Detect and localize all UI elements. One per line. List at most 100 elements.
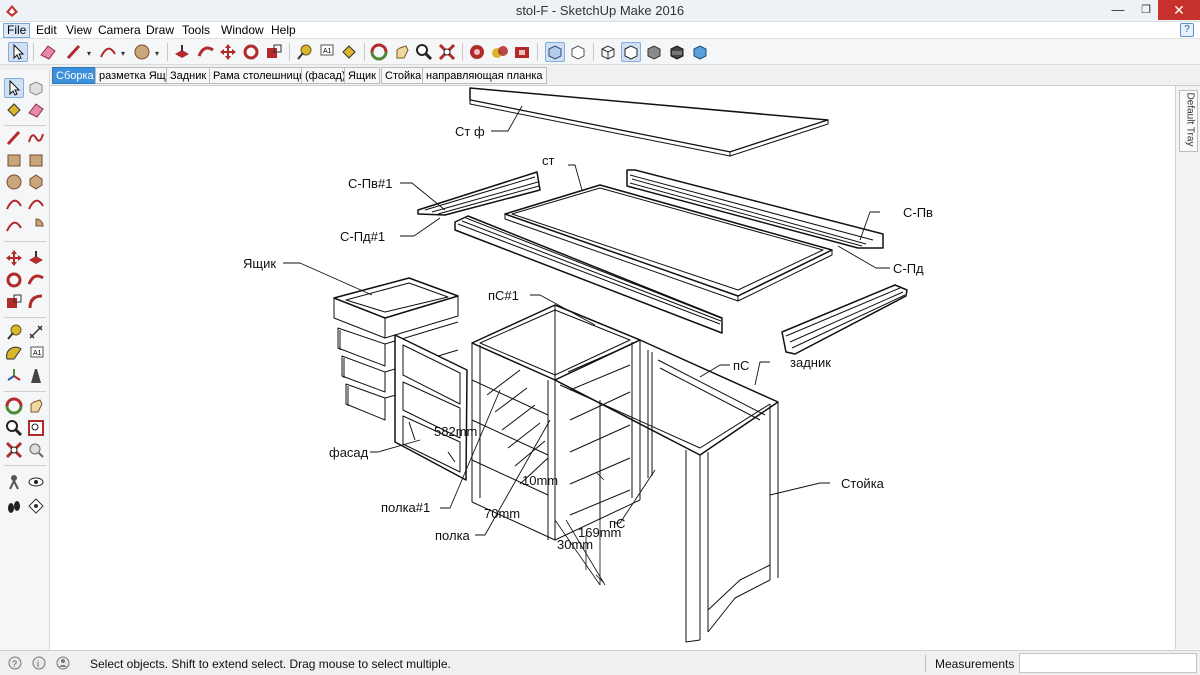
axes-icon[interactable] — [4, 366, 24, 386]
user-icon[interactable] — [56, 656, 70, 670]
menu-window[interactable]: Window — [218, 23, 267, 38]
position-camera-icon[interactable] — [4, 472, 24, 492]
scale-icon[interactable] — [264, 42, 284, 62]
pan-hand-icon[interactable] — [392, 42, 412, 62]
xray-style-icon[interactable] — [545, 42, 565, 62]
maximize-button[interactable]: ❐ — [1132, 0, 1160, 20]
minimize-button[interactable]: — — [1104, 0, 1132, 20]
3d-text-icon[interactable] — [26, 366, 46, 386]
polygon-icon[interactable] — [26, 172, 46, 192]
circle-icon[interactable] — [4, 172, 24, 192]
arc-icon[interactable] — [98, 42, 118, 62]
credits-icon[interactable]: i — [32, 656, 46, 670]
cabinet-frame[interactable] — [471, 304, 641, 541]
scene-tab-sborka[interactable]: Сборка — [52, 67, 98, 84]
scene-tab-rama[interactable]: Рама столешницы — [209, 67, 311, 84]
make-component-icon[interactable] — [26, 78, 46, 98]
drawing-viewport[interactable]: Ст ф ст С-Пв#1 С-Пд#1 С-Пв С-Пд Ящик пС#… — [51, 86, 1175, 649]
zoom-icon[interactable] — [4, 418, 24, 438]
freehand-icon[interactable] — [26, 128, 46, 148]
push-pull-icon[interactable] — [26, 248, 46, 268]
menu-camera[interactable]: Camera — [95, 23, 144, 38]
warehouse-icon[interactable] — [467, 42, 487, 62]
orbit-icon[interactable] — [369, 42, 389, 62]
dropdown-arrow-icon[interactable]: ▾ — [155, 49, 159, 58]
arc-icon[interactable] — [4, 194, 24, 214]
geo-location-icon[interactable]: ? — [8, 656, 22, 670]
orbit-icon[interactable] — [4, 396, 24, 416]
dropdown-arrow-icon[interactable]: ▾ — [87, 49, 91, 58]
rotate-icon[interactable] — [241, 42, 261, 62]
wireframe-style-icon[interactable] — [598, 42, 618, 62]
inner-board[interactable] — [504, 184, 833, 302]
section-plane-icon[interactable] — [26, 496, 46, 516]
rail-short-right[interactable] — [781, 284, 908, 355]
menu-draw[interactable]: Draw — [143, 23, 177, 38]
pencil-line-icon[interactable] — [64, 42, 84, 62]
follow-me-icon[interactable] — [26, 270, 46, 290]
text-tool-icon[interactable]: A1 — [316, 42, 336, 62]
facade-panel[interactable] — [394, 334, 468, 481]
monochrome-style-icon[interactable] — [690, 42, 710, 62]
menu-help[interactable]: Help — [268, 23, 299, 38]
two-point-arc-icon[interactable] — [26, 194, 46, 214]
scene-tab-razmetka[interactable]: разметка Ящ — [95, 67, 170, 84]
back-edges-style-icon[interactable] — [568, 42, 588, 62]
eraser-icon[interactable] — [26, 100, 46, 120]
components-icon[interactable] — [490, 42, 510, 62]
paint-bucket-icon[interactable] — [4, 100, 24, 120]
scale-icon[interactable] — [4, 292, 24, 312]
dropdown-arrow-icon[interactable]: ▾ — [121, 49, 125, 58]
zoom-icon[interactable] — [414, 42, 434, 62]
tabletop-panel[interactable] — [469, 87, 829, 157]
scene-tab-fasad[interactable]: (фасад) — [301, 67, 350, 84]
desk-leg-frame[interactable] — [554, 339, 779, 643]
shaded-textures-style-icon[interactable] — [667, 42, 687, 62]
dimension-icon[interactable] — [26, 322, 46, 342]
menu-tools[interactable]: Tools — [179, 23, 213, 38]
look-around-icon[interactable] — [26, 472, 46, 492]
three-point-arc-icon[interactable] — [4, 216, 24, 236]
menu-file[interactable]: File — [3, 23, 31, 38]
tape-measure-icon[interactable] — [294, 42, 314, 62]
tape-measure-icon[interactable] — [4, 322, 24, 342]
push-pull-icon[interactable] — [172, 42, 192, 62]
menu-view[interactable]: View — [63, 23, 95, 38]
offset-icon[interactable] — [26, 292, 46, 312]
previous-view-icon[interactable] — [26, 440, 46, 460]
shaded-style-icon[interactable] — [644, 42, 664, 62]
scene-tab-yashchik[interactable]: Ящик — [344, 67, 380, 84]
default-tray-tab[interactable]: Default Tray — [1179, 90, 1198, 152]
extension-warehouse-icon[interactable] — [512, 42, 532, 62]
follow-me-icon[interactable] — [196, 42, 216, 62]
rectangle-icon[interactable] — [4, 150, 24, 170]
pan-hand-icon[interactable] — [26, 396, 46, 416]
walk-icon[interactable] — [4, 496, 24, 516]
hidden-line-style-icon[interactable] — [621, 42, 641, 62]
scene-tab-zadnik[interactable]: Задник — [166, 67, 211, 84]
zoom-extents-icon[interactable] — [4, 440, 24, 460]
select-tool-icon[interactable] — [4, 78, 24, 98]
close-button[interactable]: ✕ — [1158, 0, 1200, 20]
label-stoyka: Стойка — [841, 476, 885, 491]
move-icon[interactable] — [4, 248, 24, 268]
pie-icon[interactable] — [26, 216, 46, 236]
desk-exploded-model[interactable]: Ст ф ст С-Пв#1 С-Пд#1 С-Пв С-Пд Ящик пС#… — [51, 86, 1175, 649]
move-icon[interactable] — [218, 42, 238, 62]
rotated-rectangle-icon[interactable] — [26, 150, 46, 170]
protractor-icon[interactable] — [4, 344, 24, 364]
select-tool-icon[interactable] — [8, 42, 28, 62]
eraser-icon[interactable] — [38, 42, 58, 62]
scene-tab-stoyka[interactable]: Стойка — [381, 67, 426, 84]
paint-bucket-icon[interactable] — [339, 42, 359, 62]
text-tool-icon[interactable]: A1 — [26, 344, 46, 364]
scene-tab-napravlyayushchaya[interactable]: направляющая планка — [422, 67, 547, 84]
circle-icon[interactable] — [132, 42, 152, 62]
help-icon[interactable]: ? — [1180, 23, 1194, 37]
measurements-input[interactable] — [1019, 653, 1197, 673]
menu-edit[interactable]: Edit — [33, 23, 60, 38]
zoom-window-icon[interactable] — [26, 418, 46, 438]
rotate-icon[interactable] — [4, 270, 24, 290]
line-icon[interactable] — [4, 128, 24, 148]
zoom-extents-icon[interactable] — [437, 42, 457, 62]
